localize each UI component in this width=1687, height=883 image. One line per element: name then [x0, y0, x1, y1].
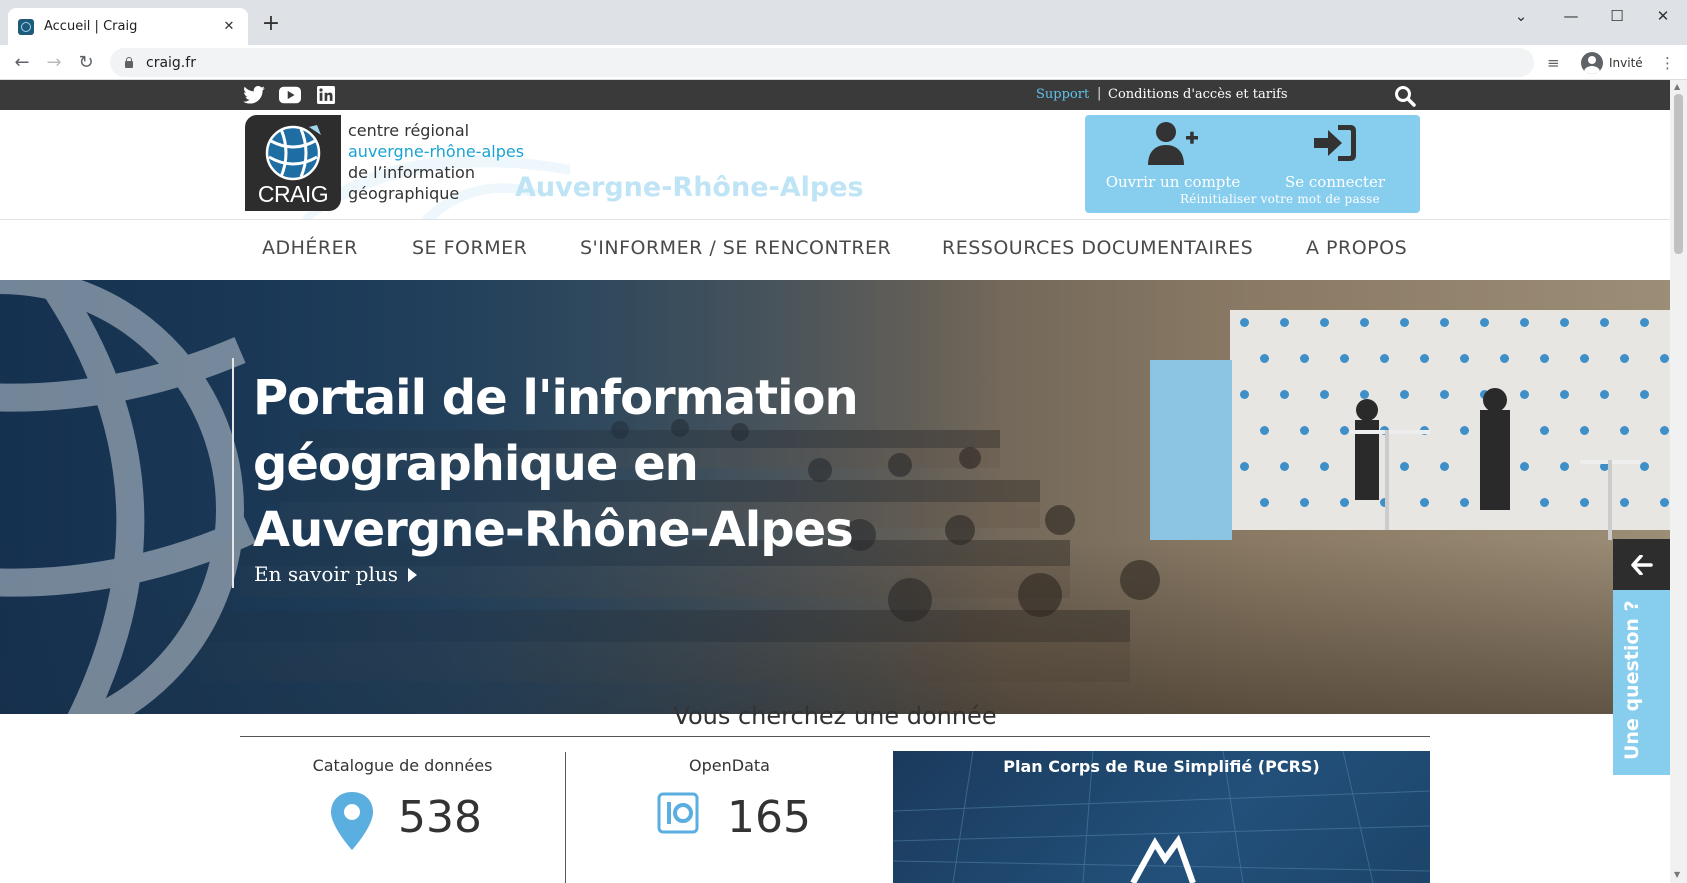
sign-in-icon	[1314, 125, 1356, 161]
data-section-title: Vous cherchez une donnée	[673, 702, 997, 730]
browser-tabbar: Accueil | Craig ✕ + ⌄ — ☐ ✕	[0, 0, 1687, 45]
region-watermark: Auvergne-Rhône-Alpes	[515, 172, 864, 203]
login-label: Se connecter	[1284, 173, 1386, 191]
menu-kebab-icon[interactable]: ⋮	[1660, 54, 1675, 72]
main-nav: ADHÉRER SE FORMER S'INFORMER / SE RENCON…	[0, 221, 1670, 277]
arrow-left-icon	[1631, 555, 1653, 575]
lock-icon	[124, 57, 134, 68]
logo-word: CRAIG	[257, 181, 329, 207]
browser-toolbar: ← → ↻ craig.fr ≡ Invité ⋮	[0, 45, 1687, 80]
favicon-icon	[18, 18, 34, 35]
reset-password-link[interactable]: Réinitialiser votre mot de passe	[1180, 192, 1380, 206]
nav-item-ressources[interactable]: RESSOURCES DOCUMENTAIRES	[942, 237, 1253, 259]
top-bar: Support | Conditions d'accès et tarifs	[0, 80, 1670, 110]
minimize-button[interactable]: —	[1548, 4, 1594, 28]
question-tab[interactable]: Une question ?	[1613, 590, 1670, 775]
caret-right-icon	[408, 568, 418, 582]
org-name: centre régional auvergne-rhône-alpes de …	[348, 120, 524, 204]
learn-more-label: En savoir plus	[254, 562, 399, 586]
new-tab-button[interactable]: +	[258, 11, 284, 36]
org-line-2: auvergne-rhône-alpes	[348, 142, 525, 161]
hero-banner: Portail de l'information géographique en…	[0, 280, 1670, 714]
close-tab-icon[interactable]: ✕	[220, 19, 238, 34]
site-header: CRAIG centre régional auvergne-rhône-alp…	[0, 110, 1670, 220]
nav-item-se-former[interactable]: SE FORMER	[412, 237, 527, 259]
reload-icon[interactable]: ↻	[74, 51, 98, 75]
hero-divider	[232, 358, 234, 588]
nav-item-s-informer[interactable]: S'INFORMER / SE RENCONTRER	[580, 237, 891, 259]
page-scrollbar[interactable]: ▲ ▼	[1670, 80, 1687, 883]
hero-title: Portail de l'information géographique en…	[253, 370, 859, 558]
nav-item-adherer[interactable]: ADHÉRER	[262, 237, 358, 259]
pcrs-card-title: Plan Corps de Rue Simplifié (PCRS)	[1003, 757, 1320, 776]
url-text: craig.fr	[146, 54, 196, 71]
catalogue-card-title[interactable]: Catalogue de données	[240, 756, 565, 775]
section-divider	[240, 736, 1430, 737]
close-window-button[interactable]: ✕	[1640, 4, 1686, 28]
browser-tab[interactable]: Accueil | Craig ✕	[8, 8, 248, 45]
linkedin-icon[interactable]	[315, 86, 337, 104]
opendata-count: 165	[727, 792, 811, 843]
login-button[interactable]: Se connecter	[1265, 121, 1405, 191]
account-box: Ouvrir un compte Se connecter Réinitiali…	[1085, 115, 1420, 213]
avatar-icon	[1581, 51, 1603, 74]
scroll-up-icon[interactable]: ▲	[1674, 82, 1680, 91]
search-icon[interactable]	[1394, 85, 1416, 107]
back-icon[interactable]: ←	[10, 51, 34, 75]
tab-title: Accueil | Craig	[44, 19, 138, 34]
topbar-separator: |	[1097, 86, 1102, 101]
profile-label: Invité	[1609, 55, 1643, 70]
reading-list-icon[interactable]: ≡	[1547, 54, 1560, 72]
support-link[interactable]: Support	[1036, 87, 1089, 102]
user-plus-icon	[1148, 122, 1198, 165]
map-pin-icon	[331, 792, 373, 850]
conditions-link[interactable]: Conditions d'accès et tarifs	[1108, 87, 1288, 102]
forward-icon[interactable]: →	[42, 51, 66, 75]
org-line-1: centre régional	[348, 121, 470, 140]
org-line-3: de l’information	[348, 163, 475, 182]
open-account-label: Ouvrir un compte	[1105, 173, 1241, 191]
tab-search-icon[interactable]: ⌄	[1498, 4, 1544, 28]
learn-more-link[interactable]: En savoir plus	[254, 562, 418, 586]
catalogue-count: 538	[398, 792, 482, 843]
craig-logo[interactable]: CRAIG	[245, 115, 341, 211]
maximize-button[interactable]: ☐	[1594, 4, 1640, 28]
open-account-button[interactable]: Ouvrir un compte	[1103, 121, 1243, 191]
opendata-icon	[657, 792, 699, 834]
question-toggle-button[interactable]	[1613, 539, 1670, 590]
scrollbar-thumb[interactable]	[1674, 94, 1683, 254]
globe-logo-icon	[265, 125, 321, 181]
pcrs-card[interactable]: Plan Corps de Rue Simplifié (PCRS)	[893, 751, 1430, 883]
opendata-card-title[interactable]: OpenData	[566, 756, 893, 775]
question-tab-label: Une question ?	[1621, 600, 1643, 760]
nav-item-a-propos[interactable]: A PROPOS	[1306, 237, 1407, 259]
scroll-down-icon[interactable]: ▼	[1674, 870, 1680, 879]
twitter-icon[interactable]	[243, 86, 265, 104]
profile-button[interactable]: Invité	[1573, 48, 1651, 77]
youtube-icon[interactable]	[279, 86, 301, 104]
web-page: Support | Conditions d'accès et tarifs C…	[0, 80, 1670, 883]
org-line-4: géographique	[348, 184, 460, 203]
address-bar[interactable]: craig.fr	[110, 48, 1534, 77]
